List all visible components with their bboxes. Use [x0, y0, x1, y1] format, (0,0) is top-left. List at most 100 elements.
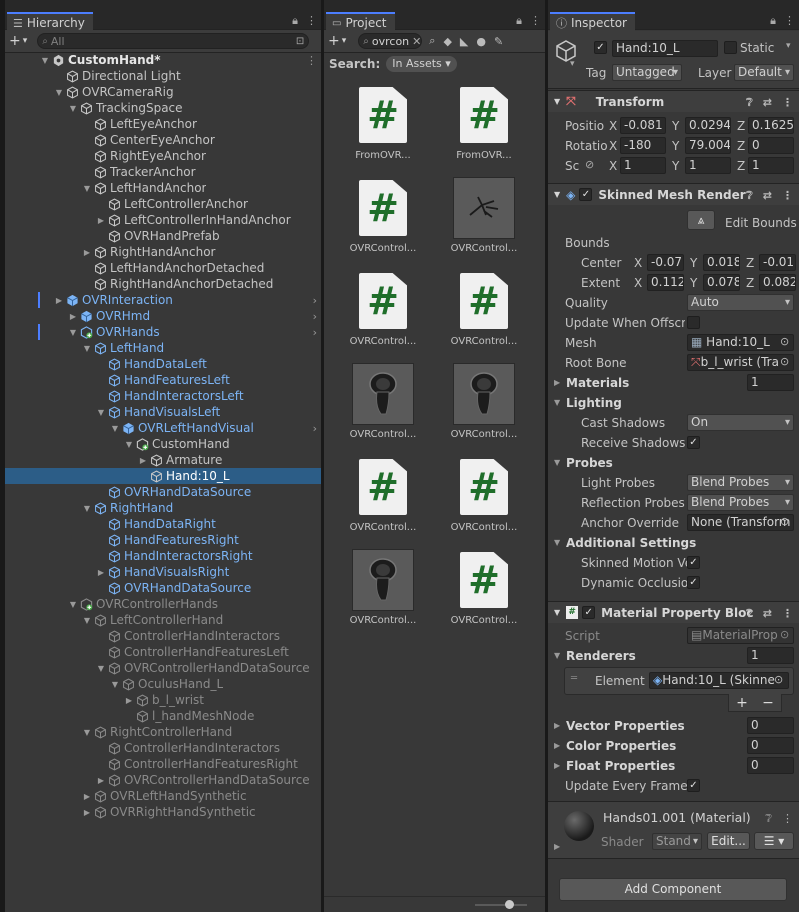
tab-hierarchy[interactable]: ☰ Hierarchy: [7, 12, 93, 31]
hierarchy-search-input[interactable]: All: [51, 35, 65, 48]
scale-x-field[interactable]: 1: [620, 157, 666, 174]
asset-item[interactable]: # OVRControl...: [439, 549, 529, 639]
hierarchy-row[interactable]: ▶ LeftControllerInHandAnchor: [5, 212, 321, 228]
anchor-override-field[interactable]: None (Transform: [687, 514, 794, 531]
extent-y-field[interactable]: 0.078: [703, 274, 740, 291]
skinned-motion-vectors-checkbox[interactable]: ✓: [687, 556, 700, 569]
hierarchy-search[interactable]: ⌕ All ⊡: [37, 33, 310, 49]
fold-open-icon[interactable]: ▼: [95, 664, 107, 673]
active-checkbox[interactable]: ✓: [594, 41, 607, 54]
component-menu-icon[interactable]: ⋮: [782, 812, 793, 826]
search-by-type-icon[interactable]: ⌕: [429, 34, 435, 48]
hierarchy-row[interactable]: ControllerHandFeaturesRight: [5, 756, 321, 772]
hierarchy-row[interactable]: ▼ LeftControllerHand: [5, 612, 321, 628]
fold-closed-icon[interactable]: ▶: [95, 776, 107, 785]
add-component-button[interactable]: Add Component: [559, 878, 787, 901]
asset-item[interactable]: OVRControl...: [338, 363, 428, 453]
static-checkbox[interactable]: [724, 41, 737, 54]
center-z-field[interactable]: -0.01: [759, 254, 796, 271]
open-prefab-chevron-icon[interactable]: ›: [313, 310, 317, 323]
fold-closed-icon[interactable]: ▶: [554, 761, 560, 770]
hierarchy-row[interactable]: ▼ OVRLeftHandVisual ›: [5, 420, 321, 436]
drag-handle-icon[interactable]: ═: [571, 673, 577, 684]
fold-closed-icon[interactable]: ▶: [81, 248, 93, 257]
fold-open-icon[interactable]: ▼: [67, 600, 79, 609]
rotation-z-field[interactable]: 0: [748, 137, 794, 154]
hierarchy-row[interactable]: ▼ OVRControllerHandDataSource: [5, 660, 321, 676]
fold-open-icon[interactable]: ▼: [81, 616, 93, 625]
transform-header[interactable]: ▼ ⤧ Transform ❔︎ ⇄ ⋮: [548, 90, 799, 112]
hierarchy-row[interactable]: ▶ OVRRightHandSynthetic: [5, 804, 321, 820]
project-search[interactable]: ⌕ ovrcon ✕: [358, 33, 423, 49]
material-settings-button[interactable]: ☰ ▾: [754, 832, 794, 850]
asset-item[interactable]: # OVRControl...: [439, 456, 529, 546]
hierarchy-row[interactable]: CenterEyeAnchor: [5, 132, 321, 148]
hierarchy-row[interactable]: ControllerHandInteractors: [5, 740, 321, 756]
lock-icon[interactable]: 🔒︎: [516, 14, 522, 28]
fold-open-icon[interactable]: ▼: [67, 104, 79, 113]
cast-shadows-dropdown[interactable]: On: [687, 414, 794, 431]
renderers-label[interactable]: Renderers: [566, 649, 636, 663]
fold-closed-icon[interactable]: ▶: [53, 296, 65, 305]
object-picker-icon[interactable]: ⊙: [780, 335, 789, 348]
materials-label[interactable]: Materials: [566, 376, 629, 390]
hierarchy-row[interactable]: ▶ OVRLeftHandSynthetic: [5, 788, 321, 804]
fold-closed-icon[interactable]: ▶: [554, 721, 560, 730]
fold-open-icon[interactable]: ▼: [39, 56, 51, 65]
hierarchy-row[interactable]: ▼ OculusHand_L: [5, 676, 321, 692]
hierarchy-row[interactable]: LeftControllerAnchor: [5, 196, 321, 212]
fold-closed-icon[interactable]: ▶: [554, 842, 560, 851]
search-options-icon[interactable]: ⊡: [296, 36, 304, 47]
tab-inspector[interactable]: ⓘ Inspector: [550, 12, 635, 31]
fold-closed-icon[interactable]: ▶: [67, 312, 79, 321]
fold-open-icon[interactable]: ▼: [53, 88, 65, 97]
clear-search-icon[interactable]: ✕: [412, 35, 421, 48]
hierarchy-row[interactable]: OVRHandDataSource: [5, 484, 321, 500]
fold-open-icon[interactable]: ▼: [81, 504, 93, 513]
extent-x-field[interactable]: 0.112: [647, 274, 684, 291]
asset-item[interactable]: # OVRControl...: [439, 270, 529, 360]
asset-item[interactable]: OVRControl...: [439, 363, 529, 453]
skinned-mesh-enabled-checkbox[interactable]: ✓: [579, 188, 593, 201]
hierarchy-row[interactable]: ▶ Armature: [5, 452, 321, 468]
renderers-count-field[interactable]: 1: [747, 647, 794, 664]
asset-item[interactable]: # OVRControl...: [338, 270, 428, 360]
hierarchy-row[interactable]: ▶ b_l_wrist: [5, 692, 321, 708]
asset-item[interactable]: OVRControl...: [338, 549, 428, 639]
thumbnail-size-slider[interactable]: [475, 900, 527, 909]
hierarchy-row[interactable]: ▼ OVRControllerHands: [5, 596, 321, 612]
hierarchy-row[interactable]: HandInteractorsLeft: [5, 388, 321, 404]
fold-closed-icon[interactable]: ▶: [123, 696, 135, 705]
probes-label[interactable]: Probes: [566, 456, 613, 470]
fold-closed-icon[interactable]: ▶: [81, 808, 93, 817]
materials-count-field[interactable]: 1: [747, 374, 794, 391]
element-field[interactable]: ◈Hand:10_L (Skinne: [649, 672, 789, 689]
preset-icon[interactable]: ⇄: [763, 96, 772, 110]
asset-item[interactable]: # OVRControl...: [338, 177, 428, 267]
hierarchy-row[interactable]: ▼ LeftHandAnchor: [5, 180, 321, 196]
hierarchy-row[interactable]: RightHandAnchorDetached: [5, 276, 321, 292]
more-options-icon[interactable]: ⋮: [306, 54, 317, 67]
fold-open-icon[interactable]: ▼: [81, 344, 93, 353]
hierarchy-row[interactable]: l_handMeshNode: [5, 708, 321, 724]
hierarchy-row[interactable]: ▼ CustomHand: [5, 436, 321, 452]
component-menu-icon[interactable]: ⋮: [782, 607, 793, 621]
position-x-field[interactable]: -0.081: [620, 117, 666, 134]
hierarchy-row[interactable]: ▼ OVRHands ›: [5, 324, 321, 340]
hierarchy-row[interactable]: Directional Light: [5, 68, 321, 84]
fold-open-icon[interactable]: ▼: [554, 651, 560, 660]
receive-shadows-checkbox[interactable]: ✓: [687, 436, 700, 449]
light-probes-dropdown[interactable]: Blend Probes: [687, 474, 794, 491]
float-properties-label[interactable]: Float Properties: [566, 759, 675, 773]
fold-closed-icon[interactable]: ▶: [95, 568, 107, 577]
hierarchy-row[interactable]: HandInteractorsRight: [5, 548, 321, 564]
hierarchy-row[interactable]: ▶ HandVisualsRight: [5, 564, 321, 580]
object-picker-icon[interactable]: ⊙: [780, 355, 789, 368]
hierarchy-row-selected[interactable]: Hand:10_L: [5, 468, 321, 484]
rotation-y-field[interactable]: 79.004: [685, 137, 731, 154]
component-menu-icon[interactable]: ⋮: [782, 96, 793, 110]
vector-properties-label[interactable]: Vector Properties: [566, 719, 685, 733]
float-properties-count[interactable]: 0: [747, 757, 794, 774]
shader-dropdown[interactable]: Stand: [652, 833, 702, 850]
edit-shader-button[interactable]: Edit...: [707, 832, 750, 850]
